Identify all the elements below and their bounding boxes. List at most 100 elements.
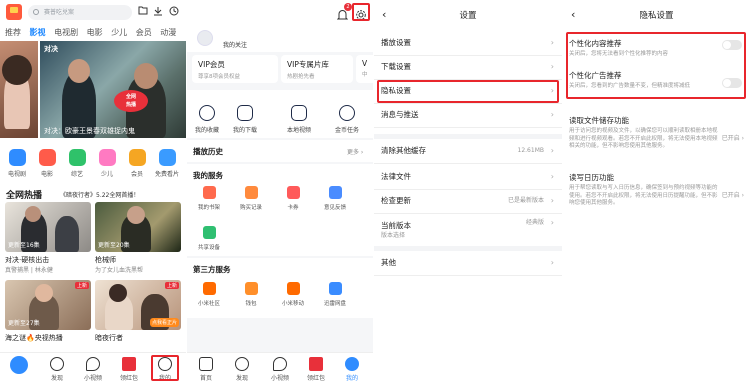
- third-party-item[interactable]: 小米移动: [275, 282, 311, 307]
- category-shortcut[interactable]: 少儿: [94, 149, 120, 178]
- category-icon: [8, 149, 26, 166]
- category-shortcut[interactable]: 电影: [34, 149, 60, 178]
- third-party-item[interactable]: 迅雷网盘: [317, 282, 353, 307]
- vip-more-card[interactable]: V 中: [356, 55, 373, 83]
- tab-recommend[interactable]: 推荐: [5, 28, 21, 37]
- service-item[interactable]: 意见反馈: [317, 186, 353, 211]
- video-thumbnail[interactable]: 更新至27集 上新: [5, 280, 91, 330]
- avatar[interactable]: [197, 30, 213, 46]
- nav-short-video[interactable]: 小视频: [265, 357, 295, 382]
- category-icon: [98, 149, 116, 166]
- section-divider: [374, 246, 562, 251]
- settings-row[interactable]: 当前版本 版本选择 经典版 ›: [374, 216, 562, 248]
- video-title[interactable]: 对决·硬核出击: [5, 255, 49, 265]
- nav-mine[interactable]: 我的: [337, 357, 367, 382]
- app-logo-icon[interactable]: [6, 4, 22, 20]
- settings-row[interactable]: 法律文件 ›: [374, 166, 562, 190]
- settings-row[interactable]: 下载设置 ›: [374, 56, 562, 80]
- follow-link[interactable]: 我的关注: [223, 40, 247, 49]
- my-favorites[interactable]: 我的收藏: [189, 105, 225, 134]
- bottom-nav: 首页 发现 小视频 领红包 我的: [187, 352, 373, 391]
- vip-library-card[interactable]: VIP专属片库 热剧抢先看: [281, 55, 353, 83]
- coin-icon: [339, 105, 355, 121]
- tab-anime[interactable]: 动漫: [160, 28, 176, 37]
- history-title: 播放历史: [193, 147, 223, 156]
- nav-short-video[interactable]: 小视频: [78, 357, 108, 382]
- category-icon: [158, 149, 176, 166]
- hero-banner[interactable]: 对决 全网 热播 对决：欧豪王景春双雄捉内鬼: [0, 41, 186, 138]
- service-item[interactable]: 卡券: [275, 186, 311, 211]
- tab-film-tv[interactable]: 影视: [30, 28, 46, 37]
- hot-section-subtitle[interactable]: 《暗夜行者》5.22全网首播！: [60, 190, 139, 199]
- settings-row[interactable]: 播放设置 ›: [374, 32, 562, 56]
- video-title[interactable]: 暗夜行者: [95, 333, 123, 343]
- red-packet-icon: [122, 357, 136, 371]
- home-icon: [199, 357, 213, 371]
- vip-card[interactable]: VIP会员 尊享8项会员权益: [192, 55, 278, 83]
- video-subtitle: 真警捕黑 | 林永健: [5, 267, 53, 274]
- video-thumbnail[interactable]: 更新至16集: [5, 202, 91, 252]
- settings-row[interactable]: 消息与推送 ›: [374, 104, 562, 128]
- nav-red-packet[interactable]: 领红包: [301, 357, 331, 382]
- category-shortcut[interactable]: 综艺: [64, 149, 90, 178]
- chevron-right-icon: ›: [550, 146, 554, 155]
- folder-icon[interactable]: [138, 6, 148, 18]
- nav-home[interactable]: [4, 356, 34, 374]
- settings-row[interactable]: 清除其他缓存 12.61MB ›: [374, 140, 562, 164]
- page-title: 设置: [459, 11, 477, 21]
- third-party-icon: [244, 282, 258, 295]
- user-icon: [345, 357, 359, 371]
- history-icon[interactable]: [169, 6, 179, 19]
- nav-home[interactable]: 首页: [191, 357, 221, 382]
- category-shortcut[interactable]: 电视剧: [4, 149, 30, 178]
- settings-row[interactable]: 其他 ›: [374, 252, 562, 276]
- local-videos[interactable]: 本地视频: [281, 105, 317, 134]
- service-item[interactable]: 购买记录: [233, 186, 269, 211]
- play-now-tag: 点我看正片: [149, 318, 179, 327]
- history-more-link[interactable]: 更多 ›: [347, 147, 363, 156]
- section-divider: [374, 134, 562, 139]
- third-party-item[interactable]: 钱包: [233, 282, 269, 307]
- service-item[interactable]: 共享设备: [191, 226, 227, 251]
- star-icon: [199, 105, 215, 121]
- nav-discover[interactable]: 发现: [42, 357, 72, 382]
- nav-red-packet[interactable]: 领红包: [114, 357, 144, 382]
- tab-tv-series[interactable]: 电视剧: [54, 28, 78, 37]
- flame-icon: [86, 357, 100, 371]
- download-icon[interactable]: [153, 6, 163, 19]
- third-party-item[interactable]: 小米社区: [191, 282, 227, 307]
- file-storage-status-link[interactable]: 已开启 ›: [722, 133, 744, 142]
- category-shortcut[interactable]: 免费看片: [154, 149, 180, 178]
- privacy-header: ‹ 隐私设置: [563, 0, 750, 30]
- category-icon: [128, 149, 146, 166]
- chevron-right-icon: ›: [550, 196, 554, 205]
- calendar-status-link[interactable]: 已开启 ›: [722, 190, 744, 199]
- service-icon: [328, 186, 342, 199]
- page-title: 隐私设置: [639, 11, 674, 21]
- third-party-icon: [202, 282, 216, 295]
- video-title[interactable]: 海之谜🔥央视热播: [5, 333, 63, 343]
- video-title[interactable]: 枪械师: [95, 255, 116, 265]
- category-icon: [38, 149, 56, 166]
- nav-discover[interactable]: 发现: [227, 357, 257, 382]
- tab-kids[interactable]: 少儿: [111, 28, 127, 37]
- category-shortcut[interactable]: 会员: [124, 149, 150, 178]
- bell-icon[interactable]: 2: [336, 3, 352, 25]
- coin-tasks[interactable]: 金币任务: [329, 105, 365, 134]
- settings-row[interactable]: 检查更新 已是最新版本 ›: [374, 190, 562, 214]
- search-input[interactable]: 赛普吃兑案: [28, 5, 132, 20]
- service-icon: [286, 186, 300, 199]
- video-thumbnail[interactable]: 更新至20集: [95, 202, 181, 252]
- video-thumbnail[interactable]: 上新 点我看正片: [95, 280, 181, 330]
- highlight-mine-tab: [151, 355, 179, 381]
- chevron-right-icon: ›: [550, 258, 554, 267]
- tab-vip[interactable]: 会员: [136, 28, 152, 37]
- services-title: 我的服务: [193, 171, 223, 180]
- service-item[interactable]: 我的书架: [191, 186, 227, 211]
- search-icon: [33, 9, 39, 15]
- tab-movie[interactable]: 电影: [87, 28, 103, 37]
- service-icon: [244, 186, 258, 199]
- banner-main-image: [40, 41, 186, 138]
- notification-count: 2: [344, 3, 352, 11]
- my-downloads[interactable]: 我的下载: [227, 105, 263, 134]
